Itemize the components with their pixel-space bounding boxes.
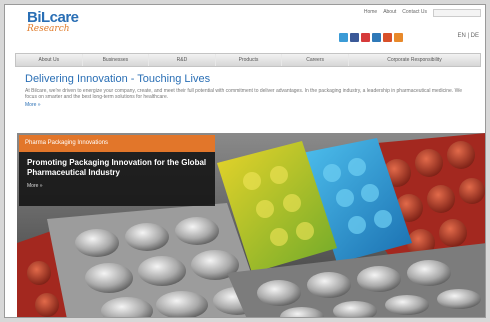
youtube-icon[interactable] — [361, 33, 370, 42]
facebook-icon[interactable] — [350, 33, 359, 42]
top-link-home[interactable]: Home — [364, 9, 377, 15]
top-links: Home About Contact Us — [364, 9, 427, 15]
social-icons — [339, 33, 403, 42]
main-nav: About Us Businesses R&D Products Careers… — [15, 53, 481, 67]
banner-title: Promoting Packaging Innovation for the G… — [27, 158, 207, 177]
linkedin-icon[interactable] — [372, 33, 381, 42]
site-header: BiLcare Research Home About Contact Us E… — [5, 5, 485, 51]
intro-section: Delivering Innovation - Touching Lives A… — [25, 73, 475, 108]
banner-caption: Promoting Packaging Innovation for the G… — [19, 152, 215, 206]
banner-more-link[interactable]: More » — [27, 183, 207, 189]
nav-item-careers[interactable]: Careers — [282, 54, 349, 66]
search-input[interactable] — [433, 9, 481, 17]
hero-banner[interactable]: Pharma Packaging Innovations Promoting P… — [17, 133, 485, 317]
language-selector[interactable]: EN | DE — [457, 33, 479, 39]
intro-body: At Bilcare, we're driven to energize you… — [25, 88, 463, 100]
banner-tab-label[interactable]: Pharma Packaging Innovations — [19, 135, 215, 152]
nav-item-businesses[interactable]: Businesses — [83, 54, 150, 66]
nav-item-products[interactable]: Products — [216, 54, 283, 66]
nav-item-rnd[interactable]: R&D — [149, 54, 216, 66]
nav-item-corporate-responsibility[interactable]: Corporate Responsibility — [349, 54, 480, 66]
rss-icon[interactable] — [394, 33, 403, 42]
intro-more-link[interactable]: More » — [25, 102, 475, 108]
intro-title: Delivering Innovation - Touching Lives — [25, 73, 211, 85]
flickr-icon[interactable] — [383, 33, 392, 42]
site-logo[interactable]: BiLcare Research — [27, 9, 79, 34]
top-link-contact[interactable]: Contact Us — [402, 9, 427, 15]
twitter-icon[interactable] — [339, 33, 348, 42]
browser-window: BiLcare Research Home About Contact Us E… — [4, 4, 486, 318]
nav-item-about-us[interactable]: About Us — [16, 54, 83, 66]
top-link-about[interactable]: About — [383, 9, 396, 15]
